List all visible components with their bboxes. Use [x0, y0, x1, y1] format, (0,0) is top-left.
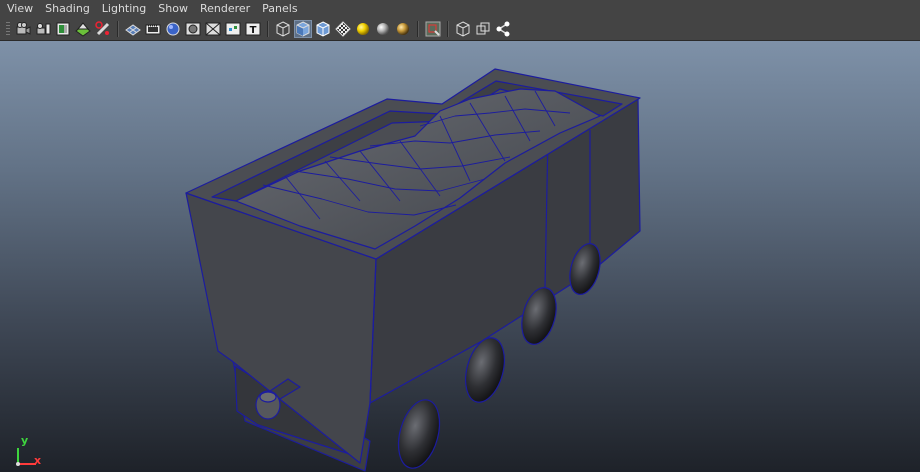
scene-render: [185, 68, 641, 472]
wheel: [397, 399, 441, 469]
menu-shading[interactable]: Shading: [39, 0, 96, 18]
wireframe-on-shaded-icon[interactable]: [314, 20, 332, 38]
menu-lighting[interactable]: Lighting: [96, 0, 152, 18]
axis-x-label: x: [34, 454, 42, 467]
xray-joints-icon[interactable]: [454, 20, 472, 38]
toolbar-separator: [447, 21, 449, 37]
toolbar-separator: [417, 21, 419, 37]
grid-icon[interactable]: [124, 20, 142, 38]
wireframe-icon[interactable]: [274, 20, 292, 38]
menu-show[interactable]: Show: [152, 0, 194, 18]
panel-toolbar: T: [0, 18, 920, 40]
use-default-material-icon[interactable]: [354, 20, 372, 38]
smooth-shade-all-icon[interactable]: [294, 20, 312, 38]
menu-renderer[interactable]: Renderer: [194, 0, 256, 18]
image-plane-icon[interactable]: [54, 20, 72, 38]
axis-y-label: y: [21, 434, 29, 447]
toolbar-drag-handle[interactable]: [6, 22, 10, 36]
camera-attribute-icon[interactable]: [14, 20, 32, 38]
3d-viewport[interactable]: y x: [0, 40, 920, 472]
xray-icon[interactable]: [334, 20, 352, 38]
use-all-lights-icon[interactable]: [394, 20, 412, 38]
svg-text:T: T: [250, 25, 257, 36]
view-axis-indicator: y x: [8, 434, 48, 470]
grease-pencil-icon[interactable]: [94, 20, 112, 38]
menu-view[interactable]: View: [0, 0, 39, 18]
xray-active-components-icon[interactable]: [474, 20, 492, 38]
field-chart-icon[interactable]: [204, 20, 222, 38]
node-graph-icon[interactable]: [494, 20, 512, 38]
textured-icon[interactable]: [374, 20, 392, 38]
maya-viewport-panel: View Shading Lighting Show Renderer Pane…: [0, 0, 920, 472]
isolate-select-icon[interactable]: [424, 20, 442, 38]
gate-mask-icon[interactable]: [184, 20, 202, 38]
safe-action-icon[interactable]: [224, 20, 242, 38]
menu-panels[interactable]: Panels: [256, 0, 303, 18]
hitch-cap: [259, 391, 277, 403]
camera-bookmark-icon[interactable]: [34, 20, 52, 38]
film-gate-icon[interactable]: [144, 20, 162, 38]
panel-menubar: View Shading Lighting Show Renderer Pane…: [0, 0, 920, 18]
2d-pan-zoom-icon[interactable]: [74, 20, 92, 38]
toolbar-separator: [117, 21, 119, 37]
safe-title-icon[interactable]: T: [244, 20, 262, 38]
toolbar-separator: [267, 21, 269, 37]
resolution-gate-icon[interactable]: [164, 20, 182, 38]
